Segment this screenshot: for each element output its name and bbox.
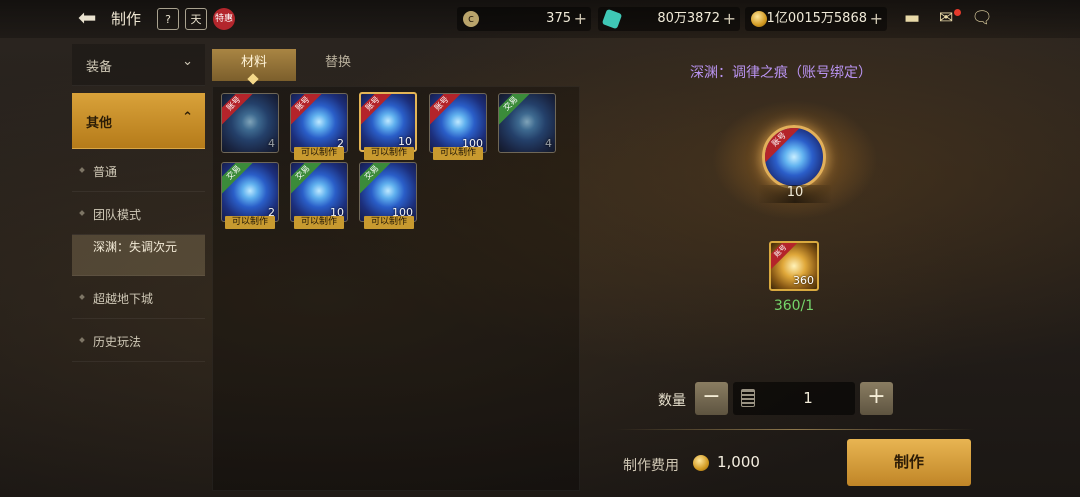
quantity-value: 1 <box>803 389 813 407</box>
sidebar-section-label: 装备 <box>86 60 113 75</box>
coin-c-icon: c <box>463 11 479 27</box>
sidebar-item-label: 深渊：失调次元 <box>93 240 178 254</box>
quantity-minus-button[interactable]: − <box>695 382 728 415</box>
sidebar-section-equipment[interactable]: 装备 ⌄ <box>72 44 205 86</box>
item-tag: 账号 <box>291 94 326 127</box>
sidebar-item-label: 团队模式 <box>93 208 142 222</box>
craftable-badge: 可以制作 <box>294 147 344 160</box>
crystal-icon <box>601 8 623 30</box>
grid-item[interactable]: 交易 4 <box>498 93 556 153</box>
calculator-icon[interactable] <box>741 389 755 407</box>
item-count: 4 <box>268 137 275 150</box>
shop-icon[interactable]: 特惠 <box>213 8 235 30</box>
craftable-badge: 可以制作 <box>225 216 275 229</box>
item-detail-title: 深渊：调律之痕（账号绑定） <box>690 65 872 81</box>
currency-crystal-value: 80万3872 <box>657 11 720 26</box>
item-tag: 交易 <box>222 163 257 196</box>
result-item-count: 10 <box>786 185 804 200</box>
sidebar-item-label: 普通 <box>93 165 118 179</box>
grid-item[interactable]: 账号 100 <box>429 93 487 153</box>
craftable-badge: 可以制作 <box>364 147 414 160</box>
divider <box>615 429 975 430</box>
sidebar-section-other[interactable]: 其他 ⌃ <box>72 93 205 149</box>
currency-gold-value: 1亿0015万5868 <box>766 11 867 26</box>
item-tag: 账号 <box>430 94 465 127</box>
bullet-icon <box>79 294 85 300</box>
sidebar-item-label: 超越地下城 <box>93 292 154 306</box>
fee-label: 制作费用 <box>623 458 679 474</box>
gold-coin-icon <box>751 11 767 27</box>
help-icon[interactable]: ? <box>157 8 179 30</box>
currency-crystal-plus[interactable]: + <box>723 7 736 31</box>
sidebar-item-normal[interactable]: 普通 <box>72 149 205 192</box>
item-tag: 账号 <box>361 94 396 127</box>
craftable-badge: 可以制作 <box>433 147 483 160</box>
currency-crystal: 80万3872 + <box>598 7 740 31</box>
calendar-icon[interactable]: 天 <box>185 8 207 30</box>
tab-replace[interactable]: 替换 <box>296 49 380 81</box>
grid-item-selected[interactable]: 账号 10 <box>359 92 417 152</box>
sidebar-item-label: 历史玩法 <box>93 335 142 349</box>
quantity-input[interactable]: 1 <box>733 382 855 415</box>
currency-c-plus[interactable]: + <box>574 7 587 31</box>
chevron-up-icon: ⌃ <box>182 110 193 125</box>
sidebar-section-label: 其他 <box>86 116 113 131</box>
craftable-badge: 可以制作 <box>294 216 344 229</box>
category-sidebar: 装备 ⌄ 其他 ⌃ 普通 团队模式 深渊：失调次元 超越地下城 历史玩法 <box>72 44 205 364</box>
quantity-plus-button[interactable]: + <box>860 382 893 415</box>
item-tag: 交易 <box>499 94 534 127</box>
material-item-icon[interactable]: 账号 360 <box>769 241 819 291</box>
sidebar-item-beyond-dungeon[interactable]: 超越地下城 <box>72 276 205 319</box>
grid-item[interactable]: 交易 2 <box>221 162 279 222</box>
grid-item[interactable]: 账号 4 <box>221 93 279 153</box>
chat-icon[interactable]: 🗨 <box>970 8 994 28</box>
result-item-icon[interactable]: 账号 <box>762 125 826 189</box>
sidebar-item-abyss[interactable]: 深渊：失调次元 <box>72 235 205 276</box>
item-tag: 交易 <box>360 163 395 196</box>
make-button[interactable]: 制作 <box>847 439 971 486</box>
material-count: 360 <box>793 274 814 287</box>
sidebar-item-team-mode[interactable]: 团队模式 <box>72 192 205 235</box>
currency-c-value: 375 <box>546 11 571 26</box>
currency-c: c 375 + <box>457 7 591 31</box>
item-tag: 账号 <box>222 94 257 127</box>
mail-notification-dot <box>954 9 961 16</box>
back-arrow-icon[interactable]: ⬅ <box>78 7 106 31</box>
bullet-icon <box>79 337 85 343</box>
fee-value: 1,000 <box>717 453 760 471</box>
bullet-icon <box>79 167 85 173</box>
treasure-icon[interactable]: ▬ <box>900 8 924 28</box>
item-tag: 交易 <box>291 163 326 196</box>
grid-item[interactable]: 交易 100 <box>359 162 417 222</box>
page-title: 制作 <box>111 10 142 28</box>
sidebar-item-history[interactable]: 历史玩法 <box>72 319 205 362</box>
craftable-badge: 可以制作 <box>364 216 414 229</box>
top-bar: ⬅ 制作 ? 天 特惠 c 375 + 80万3872 + 1亿0015万586… <box>0 0 1080 38</box>
grid-item[interactable]: 账号 2 <box>290 93 348 153</box>
currency-gold: 1亿0015万5868 + <box>745 7 887 31</box>
currency-gold-plus[interactable]: + <box>870 7 883 31</box>
bullet-icon <box>79 210 85 216</box>
material-requirement: 360/1 <box>773 298 815 314</box>
item-count: 4 <box>545 137 552 150</box>
gold-coin-icon <box>693 455 709 471</box>
grid-item[interactable]: 交易 10 <box>290 162 348 222</box>
item-tag: 账号 <box>771 243 802 272</box>
chevron-down-icon: ⌄ <box>182 54 193 69</box>
quantity-label: 数量 <box>658 393 686 409</box>
